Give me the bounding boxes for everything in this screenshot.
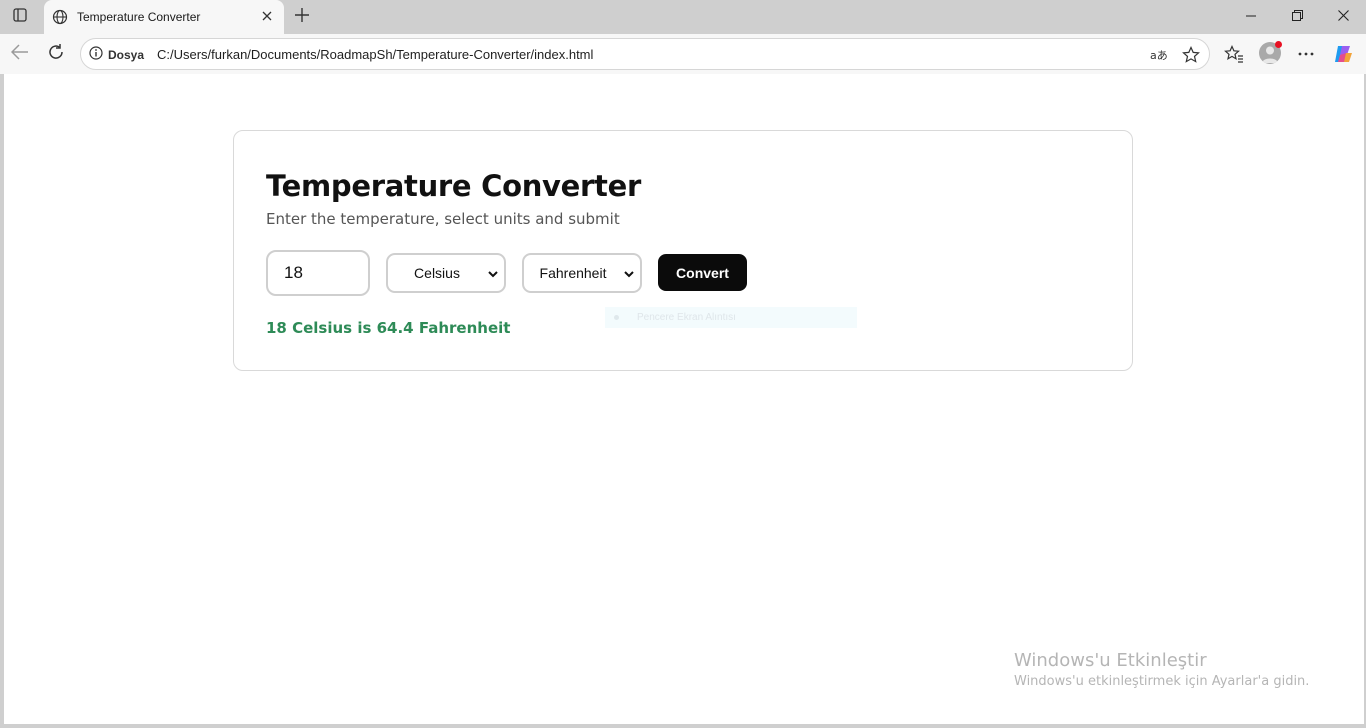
back-icon: [10, 43, 29, 65]
close-tab-button[interactable]: [256, 6, 278, 28]
notification-dot: [1275, 41, 1282, 48]
address-bar[interactable]: Dosya C:/Users/furkan/Documents/RoadmapS…: [80, 38, 1210, 70]
tab-active[interactable]: Temperature Converter: [44, 0, 284, 34]
restore-button[interactable]: [1274, 0, 1320, 34]
convert-button[interactable]: Convert: [658, 254, 747, 291]
tab-bar: Temperature Converter: [0, 0, 1366, 34]
watermark-subtitle: Windows'u etkinleştirmek için Ayarlar'a …: [1014, 674, 1310, 689]
minimize-icon: [1246, 8, 1256, 26]
converter-card: Temperature Converter Enter the temperat…: [233, 130, 1133, 371]
plus-icon: [295, 7, 309, 27]
reload-button[interactable]: [42, 40, 70, 68]
star-icon[interactable]: [1180, 44, 1202, 66]
site-info-button[interactable]: Dosya: [89, 45, 144, 65]
copilot-icon[interactable]: [1331, 42, 1355, 66]
to-unit-value: Fahrenheit: [539, 265, 607, 281]
address-toolbar: Dosya C:/Users/furkan/Documents/RoadmapS…: [0, 34, 1366, 74]
new-tab-button[interactable]: [290, 5, 314, 29]
reload-icon: [47, 43, 65, 66]
screen-snip-overlay: Pencere Ekran Alıntısı: [605, 307, 857, 328]
globe-icon: [51, 8, 69, 26]
chevron-down-icon: [623, 268, 635, 280]
info-icon: [89, 45, 103, 65]
read-aloud-icon[interactable]: aあ: [1148, 44, 1170, 66]
svg-text:aあ: aあ: [1150, 49, 1168, 62]
tab-actions-button[interactable]: [6, 5, 34, 29]
snip-label: Pencere Ekran Alıntısı: [637, 312, 736, 323]
temperature-input[interactable]: [266, 250, 370, 296]
site-info-label: Dosya: [108, 48, 145, 62]
minimize-button[interactable]: [1228, 0, 1274, 34]
from-unit-value: Celsius: [414, 265, 460, 281]
back-button[interactable]: [6, 40, 34, 68]
activation-watermark: Windows'u Etkinleştir Windows'u etkinleş…: [1014, 650, 1309, 689]
page-subtitle: Enter the temperature, select units and …: [266, 210, 620, 228]
page-viewport: Temperature Converter Enter the temperat…: [4, 74, 1364, 724]
result-text: 18 Celsius is 64.4 Fahrenheit: [266, 319, 511, 337]
close-window-button[interactable]: [1320, 0, 1366, 34]
url-text[interactable]: C:/Users/furkan/Documents/RoadmapSh/Temp…: [157, 47, 593, 62]
snip-icon: [614, 315, 619, 320]
to-unit-select[interactable]: Fahrenheit: [522, 253, 642, 293]
tab-title: Temperature Converter: [77, 10, 201, 24]
close-icon: [1337, 8, 1349, 26]
favorites-icon[interactable]: [1222, 42, 1246, 66]
restore-icon: [1291, 8, 1303, 26]
chevron-down-icon: [487, 268, 499, 280]
sidebar-icon: [12, 7, 28, 28]
from-unit-select[interactable]: Celsius: [386, 253, 506, 293]
close-icon: [262, 8, 272, 26]
watermark-title: Windows'u Etkinleştir: [1014, 650, 1207, 671]
page-title: Temperature Converter: [266, 169, 641, 203]
more-icon[interactable]: [1294, 42, 1318, 66]
